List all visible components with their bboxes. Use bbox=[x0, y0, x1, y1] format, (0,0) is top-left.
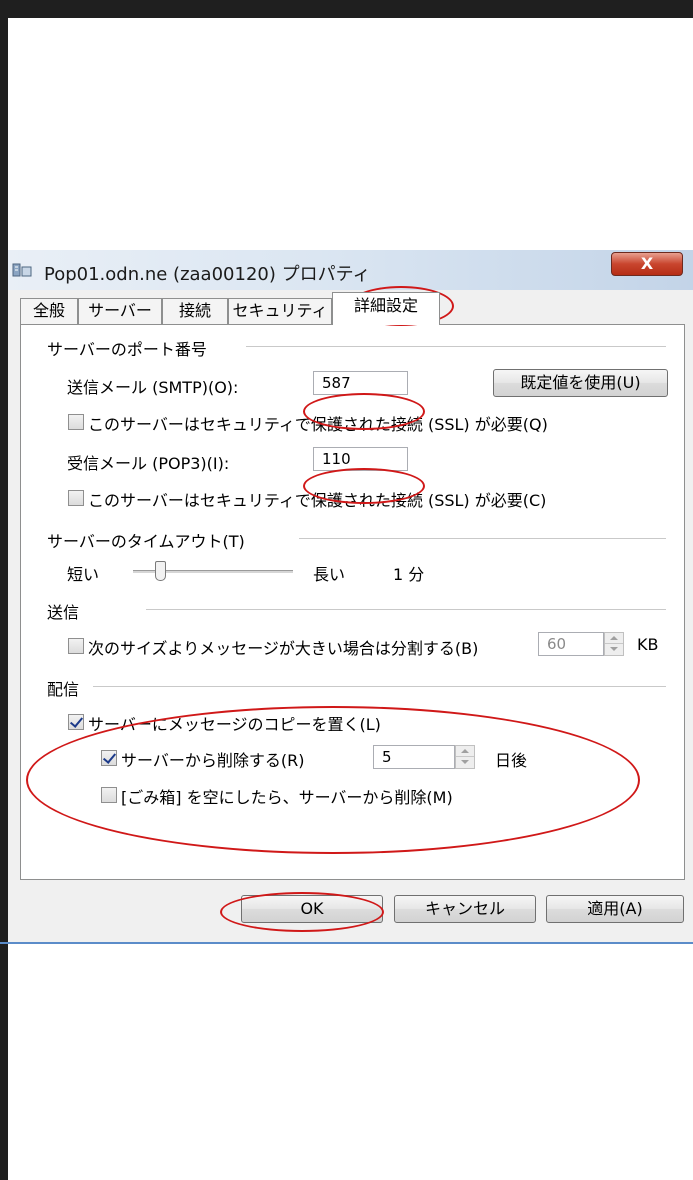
remove-after-checkbox[interactable] bbox=[101, 750, 117, 766]
dialog-bottom-edge bbox=[0, 942, 693, 944]
smtp-ssl-checkbox[interactable] bbox=[68, 414, 84, 430]
timeout-slider[interactable] bbox=[133, 561, 293, 583]
days-spinner[interactable] bbox=[455, 745, 475, 769]
timeout-short-label: 短い bbox=[67, 565, 100, 584]
window-title: Pop01.odn.ne (zaa00120) プロパティ bbox=[44, 264, 371, 285]
timeout-long-label: 長い bbox=[313, 565, 346, 584]
delivery-group-divider bbox=[93, 686, 666, 687]
days-input[interactable]: 5 bbox=[373, 745, 455, 769]
leave-copy-checkbox[interactable] bbox=[68, 714, 84, 730]
delivery-group-label: 配信 bbox=[47, 680, 80, 699]
background-frame-top bbox=[0, 0, 693, 18]
tab-general[interactable]: 全般 bbox=[20, 298, 78, 324]
spin-down-icon[interactable] bbox=[605, 644, 623, 655]
pop3-label: 受信メール (POP3)(I): bbox=[67, 454, 230, 473]
apply-button[interactable]: 適用(A) bbox=[546, 895, 684, 923]
split-message-checkbox[interactable] bbox=[68, 638, 84, 654]
remove-on-empty-label: [ごみ箱] を空にしたら、サーバーから削除(M) bbox=[121, 788, 453, 807]
close-button[interactable]: X bbox=[611, 252, 683, 276]
tab-connection[interactable]: 接続 bbox=[162, 298, 228, 324]
smtp-ssl-label: このサーバーはセキュリティで保護された接続 (SSL) が必要(Q) bbox=[88, 415, 548, 434]
title-bar[interactable]: Pop01.odn.ne (zaa00120) プロパティ X bbox=[8, 250, 693, 290]
advanced-settings-panel: サーバーのポート番号 送信メール (SMTP)(O): 587 既定値を使用(U… bbox=[20, 324, 685, 880]
tab-security[interactable]: セキュリティ bbox=[228, 298, 332, 324]
timeout-group-divider bbox=[299, 538, 666, 539]
ok-button[interactable]: OK bbox=[241, 895, 383, 923]
slider-thumb[interactable] bbox=[155, 561, 166, 581]
send-group-divider bbox=[146, 609, 666, 610]
split-size-spinner[interactable] bbox=[604, 632, 624, 656]
split-size-unit: KB bbox=[637, 635, 659, 654]
smtp-port-input[interactable]: 587 bbox=[313, 371, 408, 395]
ports-group-divider bbox=[246, 346, 666, 347]
leave-copy-label: サーバーにメッセージのコピーを置く(L) bbox=[88, 715, 381, 734]
send-group-label: 送信 bbox=[47, 603, 80, 622]
split-size-input[interactable]: 60 bbox=[538, 632, 604, 656]
properties-dialog: Pop01.odn.ne (zaa00120) プロパティ X 全般 サーバー … bbox=[8, 250, 693, 942]
spin-down-icon[interactable] bbox=[456, 757, 474, 768]
tab-server[interactable]: サーバー bbox=[78, 298, 162, 324]
pop3-ssl-checkbox[interactable] bbox=[68, 490, 84, 506]
cancel-button[interactable]: キャンセル bbox=[394, 895, 536, 923]
use-default-button[interactable]: 既定値を使用(U) bbox=[493, 369, 668, 397]
spin-up-icon[interactable] bbox=[456, 746, 474, 757]
remove-on-empty-checkbox[interactable] bbox=[101, 787, 117, 803]
timeout-value: 1 分 bbox=[393, 565, 425, 584]
pop3-ssl-label: このサーバーはセキュリティで保護された接続 (SSL) が必要(C) bbox=[88, 491, 547, 510]
pop3-port-input[interactable]: 110 bbox=[313, 447, 408, 471]
close-icon: X bbox=[640, 254, 654, 273]
remove-after-label: サーバーから削除する(R) bbox=[121, 751, 305, 770]
timeout-group-label: サーバーのタイムアウト(T) bbox=[47, 532, 245, 551]
background-frame-left bbox=[0, 0, 8, 1180]
smtp-label: 送信メール (SMTP)(O): bbox=[67, 378, 239, 397]
account-icon bbox=[12, 263, 32, 277]
tab-advanced[interactable]: 詳細設定 bbox=[332, 292, 440, 325]
ports-group-label: サーバーのポート番号 bbox=[47, 340, 207, 359]
spin-up-icon[interactable] bbox=[605, 633, 623, 644]
days-unit: 日後 bbox=[495, 751, 528, 770]
split-message-label: 次のサイズよりメッセージが大きい場合は分割する(B) bbox=[88, 639, 479, 658]
